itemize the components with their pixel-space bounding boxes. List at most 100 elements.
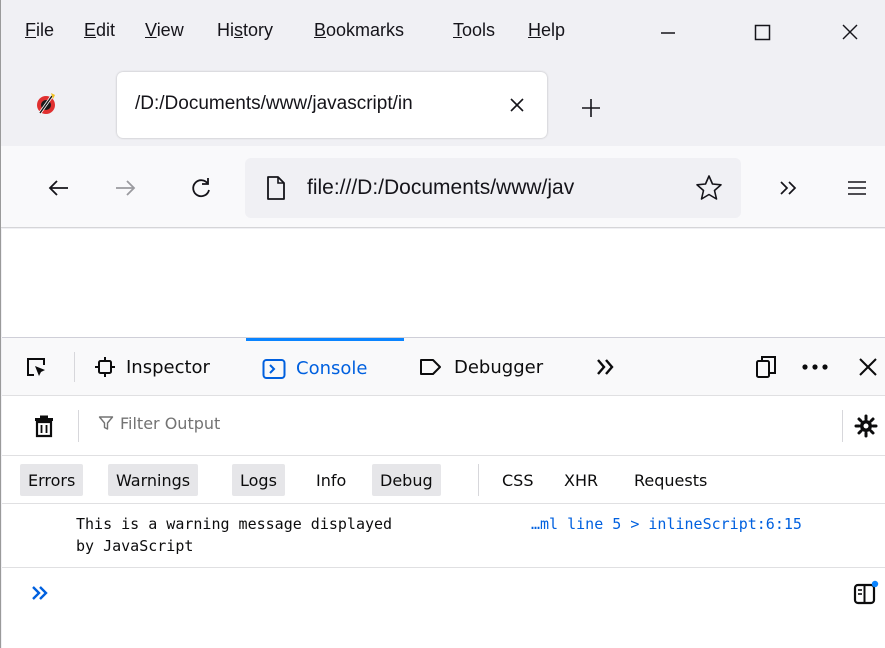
navigation-bar: file:///D:/Documents/www/jav — [1, 146, 885, 228]
menu-tools-label: ools — [462, 20, 496, 40]
back-button[interactable] — [39, 168, 79, 208]
forward-button[interactable] — [105, 168, 145, 208]
console-message-text: This is a warning message displayed by J… — [76, 515, 393, 555]
trash-icon — [35, 415, 53, 438]
menu-edit[interactable]: Edit — [84, 19, 115, 41]
tab-console[interactable]: Console — [246, 338, 404, 396]
app-menu-button[interactable] — [837, 168, 877, 208]
close-icon — [842, 24, 858, 40]
arrow-right-icon — [116, 180, 136, 196]
menu-history-pre: Hi — [217, 20, 234, 40]
tab-inspector[interactable]: Inspector — [94, 338, 210, 396]
filter-info-button[interactable]: Info — [308, 464, 354, 496]
console-settings-button[interactable] — [852, 412, 880, 440]
clear-console-button[interactable] — [30, 412, 58, 440]
more-tools-button[interactable] — [592, 354, 620, 380]
star-icon — [696, 175, 722, 200]
filter-errors-button[interactable]: Errors — [20, 464, 84, 496]
reload-button[interactable] — [181, 168, 221, 208]
menu-bookmarks-label: ookmarks — [326, 20, 405, 40]
filter-output-input[interactable]: Filter Output — [98, 414, 220, 433]
close-devtools-button[interactable] — [854, 353, 882, 381]
element-picker-button[interactable] — [22, 353, 50, 381]
menu-help-accel: H — [528, 20, 541, 40]
menu-bar: File Edit View History Bookmarks Tools H… — [1, 0, 885, 62]
console-message: This is a warning message displayed by J… — [2, 504, 885, 568]
menu-help-label: elp — [541, 20, 566, 40]
page-content — [2, 229, 885, 337]
menu-tools[interactable]: Tools — [453, 19, 495, 41]
console-input-row — [2, 568, 885, 618]
page-icon — [263, 174, 289, 202]
chevrons-right-icon — [597, 359, 614, 375]
tab-close-button[interactable] — [501, 89, 533, 121]
url-text[interactable]: file:///D:/Documents/www/jav — [307, 176, 677, 200]
menu-view-label: iew — [156, 20, 184, 40]
overflow-button[interactable] — [769, 168, 809, 208]
menu-bookmarks-accel: B — [314, 20, 327, 40]
console-message-location[interactable]: …ml line 5 > inlineScript:6:15 — [531, 513, 802, 535]
tab-debugger-label: Debugger — [454, 356, 544, 378]
menu-file-label: ile — [36, 20, 55, 40]
prompt-chevron-icon — [28, 582, 52, 604]
dock-options-button[interactable] — [752, 353, 780, 381]
menu-tools-accel: T — [453, 20, 462, 40]
menu-history[interactable]: History — [217, 19, 273, 41]
filter-requests-button[interactable]: Requests — [626, 464, 715, 496]
maximize-button[interactable] — [739, 14, 785, 50]
menu-file-accel: F — [25, 20, 36, 40]
editor-mode-icon — [853, 580, 879, 605]
filter-warnings-button[interactable]: Warnings — [108, 464, 199, 496]
minimize-button[interactable] — [645, 14, 691, 50]
filter-xhr-button[interactable]: XHR — [556, 464, 606, 496]
more-options-button[interactable] — [798, 353, 832, 381]
inspector-icon — [95, 357, 115, 377]
reload-icon — [192, 178, 210, 198]
filter-placeholder: Filter Output — [120, 414, 221, 433]
menu-edit-accel: E — [84, 20, 97, 40]
browser-window: File Edit View History Bookmarks Tools H… — [0, 0, 885, 648]
filter-css-button[interactable]: CSS — [494, 464, 541, 496]
console-icon — [262, 358, 286, 379]
dock-icon — [756, 356, 776, 378]
console-input[interactable] — [62, 576, 822, 610]
menu-help[interactable]: Help — [528, 19, 565, 41]
address-bar[interactable]: file:///D:/Documents/www/jav — [245, 158, 741, 218]
ellipsis-icon — [802, 364, 828, 370]
plus-icon — [582, 99, 600, 117]
log-level-filters: Errors Warnings Logs Info Debug CSS XHR … — [2, 456, 885, 504]
menu-history-accel: s — [234, 20, 243, 40]
bookmark-star-button[interactable] — [693, 172, 725, 204]
filter-logs-button[interactable]: Logs — [232, 464, 285, 496]
tab-active[interactable]: /D:/Documents/www/javascript/in — [117, 72, 547, 138]
menu-bookmarks[interactable]: Bookmarks — [314, 19, 404, 41]
tab-console-label: Console — [296, 358, 368, 379]
level-divider — [478, 464, 479, 496]
devtools-toolbar: Inspector Console Debugger — [2, 338, 885, 396]
minimize-icon — [661, 32, 675, 34]
toolbar-divider — [74, 352, 75, 382]
filter-debug-button[interactable]: Debug — [372, 464, 441, 496]
tab-title: /D:/Documents/www/javascript/in — [135, 93, 413, 114]
devtools-panel: Inspector Console Debugger Filter Output… — [2, 337, 885, 648]
filter-icon — [98, 416, 114, 430]
menu-view[interactable]: View — [145, 19, 184, 41]
new-tab-button[interactable] — [573, 90, 609, 126]
close-window-button[interactable] — [827, 14, 873, 50]
debugger-icon — [420, 359, 441, 375]
maximize-icon — [754, 24, 771, 41]
filter-divider — [78, 410, 79, 442]
element-picker-icon — [27, 358, 45, 376]
tab-debugger[interactable]: Debugger — [418, 338, 543, 396]
menu-file[interactable]: File — [25, 19, 54, 41]
settings-divider — [842, 410, 843, 442]
tab-inspector-label: Inspector — [126, 356, 210, 378]
gear-icon — [854, 414, 878, 438]
editor-mode-button[interactable] — [850, 578, 880, 608]
close-icon — [859, 358, 877, 376]
hamburger-menu-icon — [848, 181, 866, 195]
menu-history-label: tory — [243, 20, 274, 40]
menu-view-accel: V — [145, 20, 157, 40]
console-filter-bar: Filter Output — [2, 396, 885, 456]
menu-edit-label: dit — [96, 20, 116, 40]
